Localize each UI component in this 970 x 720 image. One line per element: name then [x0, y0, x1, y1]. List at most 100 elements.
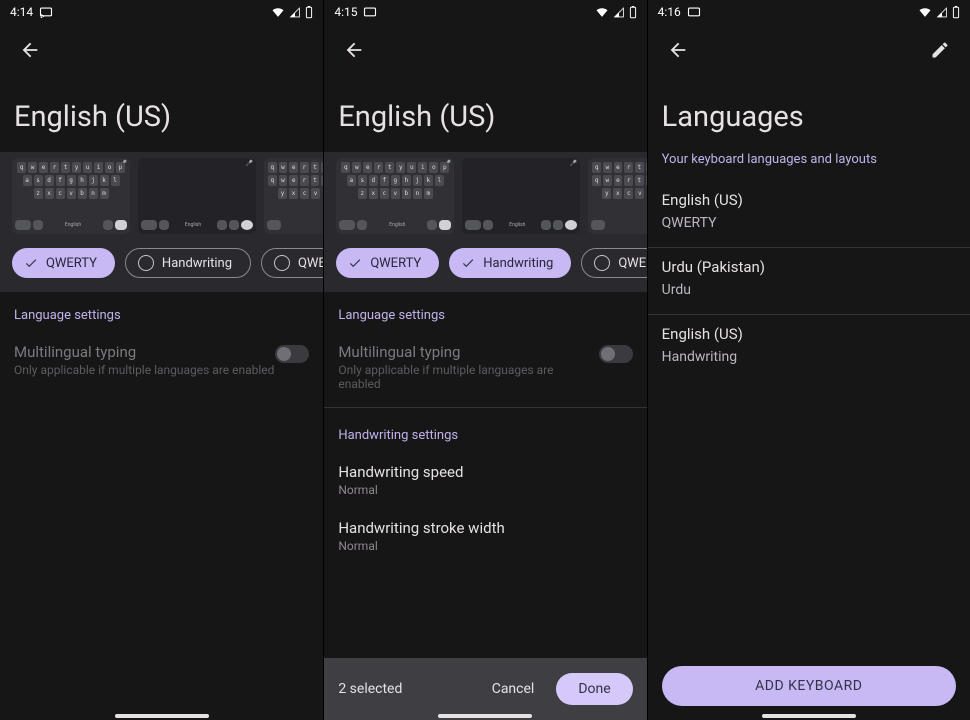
- section-header-language: Language settings: [0, 292, 323, 333]
- check-icon: [461, 256, 475, 270]
- arrow-back-icon: [19, 39, 41, 61]
- battery-icon: [305, 6, 313, 19]
- status-bar: 4:16: [648, 0, 970, 24]
- app-bar: [324, 24, 646, 76]
- status-bar: 4:15: [324, 0, 646, 24]
- keyboard-preview-handwriting[interactable]: 🎤 English: [462, 158, 580, 234]
- chip-label: Handwriting: [162, 256, 232, 271]
- battery-icon: [629, 6, 637, 19]
- back-button[interactable]: [660, 32, 696, 68]
- page-title: English (US): [0, 76, 323, 152]
- chip-handwriting[interactable]: Handwriting: [449, 248, 571, 278]
- app-bar: [0, 24, 323, 76]
- mic-icon: 🎤: [120, 160, 127, 167]
- status-bar: 4:14: [0, 0, 323, 24]
- panel-3-languages-list: 4:16 Languages Your keyboard languages a…: [647, 0, 970, 720]
- chip-label: QWERTZ: [618, 256, 646, 271]
- edit-button[interactable]: [922, 32, 958, 68]
- divider: [324, 407, 646, 408]
- layout-chip-row: QWERTY Handwriting QWERTZ: [324, 240, 646, 292]
- section-header-handwriting: Handwriting settings: [324, 412, 646, 453]
- setting-subtitle: Only applicable if multiple languages ar…: [338, 363, 598, 391]
- section-header-language: Language settings: [324, 292, 646, 333]
- setting-title: Multilingual typing: [14, 343, 275, 361]
- language-name: English (US): [662, 325, 956, 343]
- setting-title: Handwriting speed: [338, 463, 632, 481]
- check-icon: [348, 256, 362, 270]
- status-time: 4:16: [658, 5, 681, 19]
- chip-label: Handwriting: [483, 256, 553, 271]
- keyboard-preview-qwerty[interactable]: 🎤 qwertyuiop asdfghjkl zxcvbnm English: [336, 158, 454, 234]
- done-button[interactable]: Done: [556, 673, 632, 705]
- keyboard-preview-qwertz[interactable]: qwertz qwertz yxcv: [264, 158, 323, 234]
- bottom-action-bar: 2 selected Cancel Done: [324, 658, 646, 720]
- cancel-button[interactable]: Cancel: [478, 673, 549, 705]
- arrow-back-icon: [343, 39, 365, 61]
- nav-gesture-bar[interactable]: [762, 714, 856, 718]
- language-item[interactable]: English (US) QWERTY: [648, 181, 970, 247]
- nav-gesture-bar[interactable]: [115, 714, 209, 718]
- status-right-icons: [595, 6, 637, 19]
- pencil-icon: [930, 40, 950, 60]
- language-name: English (US): [662, 191, 956, 209]
- keyboard-preview-qwerty[interactable]: 🎤 qwertyuiop asdfghjkl zxcvbnm English: [12, 158, 130, 234]
- keyboard-preview-handwriting[interactable]: 🎤 English: [138, 158, 256, 234]
- language-item[interactable]: Urdu (Pakistan) Urdu: [648, 248, 970, 314]
- setting-multilingual-typing: Multilingual typing Only applicable if m…: [0, 333, 323, 389]
- selected-count-label: 2 selected: [338, 681, 477, 697]
- keyboard-preview-strip[interactable]: 🎤 qwertyuiop asdfghjkl zxcvbnm English 🎤…: [324, 152, 646, 240]
- toggle-multilingual: [275, 345, 309, 363]
- cast-icon: [39, 7, 53, 18]
- mic-icon: 🎤: [246, 160, 253, 167]
- wifi-icon: [595, 7, 609, 18]
- layout-chip-row: QWERTY Handwriting QWERTZ: [0, 240, 323, 292]
- status-time: 4:15: [334, 5, 357, 19]
- chip-qwertz[interactable]: QWERTZ: [261, 248, 323, 278]
- setting-multilingual-typing: Multilingual typing Only applicable if m…: [324, 333, 646, 403]
- radio-unchecked-icon: [274, 255, 290, 271]
- status-time: 4:14: [10, 5, 33, 19]
- mic-icon: 🎤: [444, 160, 451, 167]
- arrow-back-icon: [667, 39, 689, 61]
- wifi-icon: [918, 7, 932, 18]
- status-right-icons: [271, 6, 313, 19]
- battery-icon: [952, 6, 960, 19]
- language-item[interactable]: English (US) Handwriting: [648, 315, 970, 381]
- setting-value: Normal: [338, 483, 632, 497]
- chip-label: QWERTY: [370, 256, 421, 271]
- app-bar: [648, 24, 970, 76]
- back-button[interactable]: [336, 32, 372, 68]
- list-subheader: Your keyboard languages and layouts: [648, 152, 970, 181]
- signal-icon: [613, 7, 625, 18]
- setting-title: Multilingual typing: [338, 343, 598, 361]
- setting-handwriting-stroke-width[interactable]: Handwriting stroke width Normal: [324, 509, 646, 565]
- cast-icon: [363, 7, 377, 18]
- signal-icon: [936, 7, 948, 18]
- language-layout: QWERTY: [662, 215, 956, 231]
- setting-handwriting-speed[interactable]: Handwriting speed Normal: [324, 453, 646, 509]
- nav-gesture-bar[interactable]: [438, 714, 532, 718]
- wifi-icon: [271, 7, 285, 18]
- language-layout: Urdu: [662, 282, 956, 298]
- chip-handwriting[interactable]: Handwriting: [125, 248, 251, 278]
- chip-label: QWERTZ: [298, 256, 323, 271]
- radio-unchecked-icon: [138, 255, 154, 271]
- keyboard-preview-qwertz[interactable]: qwertz qwertz yxcv: [588, 158, 646, 234]
- page-title: English (US): [324, 76, 646, 152]
- cast-icon: [687, 7, 701, 18]
- chip-qwertz[interactable]: QWERTZ: [581, 248, 646, 278]
- mic-icon: 🎤: [570, 160, 577, 167]
- panel-1-language-detail: 4:14 English (US) 🎤 qwertyuiop asdfghjkl…: [0, 0, 323, 720]
- chip-label: QWERTY: [46, 256, 97, 271]
- chip-qwerty[interactable]: QWERTY: [336, 248, 439, 278]
- check-icon: [24, 256, 38, 270]
- panel-2-language-detail-selected: 4:15 English (US) 🎤 qwertyuiop asdfghjkl…: [323, 0, 646, 720]
- chip-qwerty[interactable]: QWERTY: [12, 248, 115, 278]
- toggle-multilingual: [599, 345, 633, 363]
- status-right-icons: [918, 6, 960, 19]
- add-keyboard-button[interactable]: ADD KEYBOARD: [662, 666, 956, 706]
- keyboard-preview-strip[interactable]: 🎤 qwertyuiop asdfghjkl zxcvbnm English 🎤…: [0, 152, 323, 240]
- page-title: Languages: [648, 76, 970, 152]
- back-button[interactable]: [12, 32, 48, 68]
- language-layout: Handwriting: [662, 349, 956, 365]
